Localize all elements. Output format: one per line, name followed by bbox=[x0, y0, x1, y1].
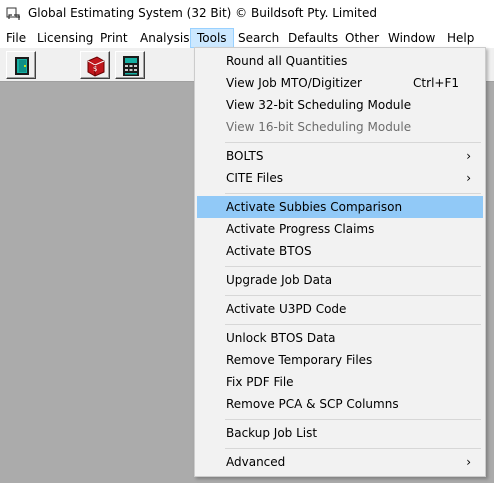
submenu-arrow-icon: › bbox=[466, 149, 471, 163]
menu-analysis[interactable]: Analysis bbox=[134, 28, 195, 48]
menu-item-unlock-btos-data[interactable]: Unlock BTOS Data bbox=[197, 327, 483, 349]
title-bar: Global Estimating System (32 Bit) © Buil… bbox=[0, 0, 494, 28]
shortcut-label: Ctrl+F1 bbox=[413, 76, 459, 90]
menu-separator bbox=[225, 266, 481, 267]
menu-separator bbox=[225, 142, 481, 143]
menu-item-activate-subbies-comparison[interactable]: Activate Subbies Comparison bbox=[197, 196, 483, 218]
menu-window[interactable]: Window bbox=[382, 28, 441, 48]
menu-item-view-16bit-scheduling: View 16-bit Scheduling Module bbox=[226, 120, 412, 134]
menu-item-activate-btos[interactable]: Activate BTOS bbox=[197, 240, 483, 262]
svg-text:$: $ bbox=[93, 65, 97, 73]
menu-file[interactable]: File bbox=[0, 28, 32, 48]
menu-item-view-32bit-scheduling[interactable]: View 32-bit Scheduling Module bbox=[197, 94, 483, 116]
menu-item-fix-pdf-file[interactable]: Fix PDF File bbox=[197, 371, 483, 393]
menu-separator bbox=[225, 295, 481, 296]
menu-item-remove-pca-scp-columns[interactable]: Remove PCA & SCP Columns bbox=[197, 393, 483, 415]
menu-separator bbox=[225, 419, 481, 420]
menu-item-upgrade-job-data[interactable]: Upgrade Job Data bbox=[197, 269, 483, 291]
menu-item-backup-job-list[interactable]: Backup Job List bbox=[197, 422, 483, 444]
help-book-button[interactable]: $ bbox=[80, 51, 110, 79]
menu-help[interactable]: Help bbox=[441, 28, 480, 48]
menu-item-round-all-quantities[interactable]: Round all Quantities bbox=[197, 50, 483, 72]
submenu-arrow-icon: › bbox=[466, 171, 471, 185]
calculator-button[interactable] bbox=[115, 51, 145, 79]
menu-bar: File Licensing Print Analysis Tools Sear… bbox=[0, 28, 494, 48]
app-icon bbox=[6, 6, 22, 22]
menu-other[interactable]: Other bbox=[339, 28, 385, 48]
menu-tools[interactable]: Tools bbox=[190, 28, 234, 48]
menu-item-activate-u3pd-code[interactable]: Activate U3PD Code bbox=[197, 298, 483, 320]
window-title: Global Estimating System (32 Bit) © Buil… bbox=[28, 6, 377, 20]
tools-dropdown-menu: Round all Quantities View Job MTO/Digiti… bbox=[194, 47, 486, 477]
menu-item-bolts[interactable]: BOLTS › bbox=[197, 145, 483, 167]
menu-item-activate-progress-claims[interactable]: Activate Progress Claims bbox=[197, 218, 483, 240]
menu-licensing[interactable]: Licensing bbox=[31, 28, 99, 48]
menu-item-remove-temporary-files[interactable]: Remove Temporary Files bbox=[197, 349, 483, 371]
menu-item-advanced[interactable]: Advanced › bbox=[197, 451, 483, 473]
menu-item-view-job-mto[interactable]: View Job MTO/Digitizer Ctrl+F1 bbox=[197, 72, 483, 94]
menu-item-cite-files[interactable]: CITE Files › bbox=[197, 167, 483, 189]
exit-button[interactable] bbox=[6, 51, 36, 79]
menu-defaults[interactable]: Defaults bbox=[282, 28, 344, 48]
menu-separator bbox=[225, 448, 481, 449]
menu-separator bbox=[225, 324, 481, 325]
menu-search[interactable]: Search bbox=[232, 28, 285, 48]
submenu-arrow-icon: › bbox=[466, 455, 471, 469]
menu-print[interactable]: Print bbox=[94, 28, 134, 48]
menu-separator bbox=[225, 193, 481, 194]
